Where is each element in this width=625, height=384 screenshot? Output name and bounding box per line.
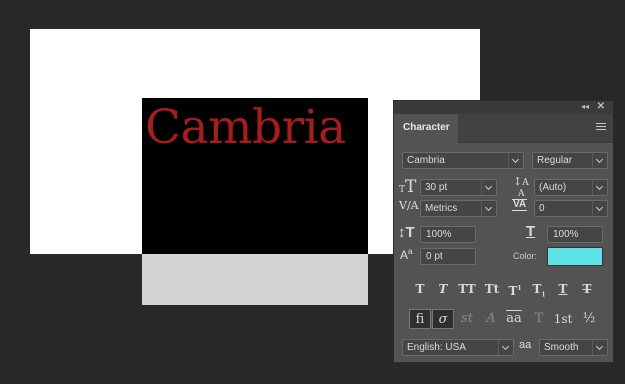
color-swatch[interactable]: [547, 247, 603, 266]
standard-ligatures-button[interactable]: fi: [409, 309, 431, 329]
all-caps-button[interactable]: TT: [456, 281, 478, 297]
chevron-down-icon: [481, 180, 496, 195]
sample-text[interactable]: Cambria: [145, 100, 346, 155]
font-style-value: Regular: [537, 155, 573, 166]
font-family-value: Cambria: [407, 155, 445, 166]
chevron-down-icon: [592, 180, 607, 195]
subscript-button[interactable]: T1: [529, 281, 549, 298]
horizontal-scale-field[interactable]: 100%: [547, 226, 603, 243]
panel-titlebar[interactable]: ◂◂ ✕: [394, 101, 613, 114]
leading-icon: ↕A A: [513, 175, 529, 199]
chevron-down-icon: [592, 201, 607, 216]
font-family-dropdown[interactable]: Cambria: [402, 152, 524, 169]
horizontal-scale-icon: T: [526, 223, 536, 240]
language-value: English: USA: [407, 342, 466, 353]
close-icon[interactable]: ✕: [597, 101, 605, 113]
swash-button[interactable]: A: [480, 309, 502, 329]
chevron-down-icon: [592, 153, 607, 168]
vertical-scale-icon: ↕T: [398, 224, 415, 241]
font-size-field[interactable]: 30 pt: [420, 179, 497, 196]
tracking-dropdown[interactable]: 0: [534, 200, 608, 217]
ordinals-button[interactable]: 1st: [552, 309, 574, 329]
vertical-scale-field[interactable]: 100%: [420, 226, 476, 243]
canvas-transparent-area: [142, 254, 368, 305]
tracking-value: 0: [539, 203, 545, 214]
text-layer[interactable]: Cambria: [142, 98, 368, 254]
antialias-icon: aa: [519, 339, 532, 351]
color-label: Color:: [513, 251, 538, 261]
kerning-value: Metrics: [425, 203, 458, 214]
leading-dropdown[interactable]: (Auto): [534, 179, 608, 196]
stylistic-alternates-button[interactable]: aa: [503, 309, 525, 329]
superscript-button[interactable]: T1: [505, 281, 525, 298]
antialias-value: Smooth: [544, 342, 579, 353]
double-chevron-left-icon[interactable]: ◂◂: [581, 102, 589, 112]
panel-tab-row: Character: [394, 114, 613, 143]
faux-italic-button[interactable]: T: [433, 281, 453, 297]
faux-bold-button[interactable]: T: [410, 281, 430, 297]
fractions-button[interactable]: ½: [578, 309, 600, 329]
kerning-icon: V/A: [399, 199, 419, 212]
hamburger-menu-icon[interactable]: [596, 123, 606, 132]
font-style-dropdown[interactable]: Regular: [532, 152, 608, 169]
kerning-dropdown[interactable]: Metrics: [420, 200, 497, 217]
antialias-dropdown[interactable]: Smooth: [539, 339, 608, 356]
chevron-down-icon: [481, 201, 496, 216]
character-panel: ◂◂ ✕ Character Cambria Regular TT 30 pt …: [393, 100, 614, 363]
language-dropdown[interactable]: English: USA: [402, 339, 514, 356]
font-size-icon: TT: [399, 177, 417, 197]
baseline-shift-icon: Aa: [400, 247, 413, 262]
discretionary-ligatures-button[interactable]: st: [456, 309, 478, 329]
baseline-shift-field[interactable]: 0 pt: [420, 248, 476, 265]
tracking-icon: VA: [512, 199, 528, 211]
small-caps-button[interactable]: Tt: [482, 281, 502, 297]
font-size-value: 30 pt: [425, 182, 448, 193]
chevron-down-icon: [592, 340, 607, 355]
underline-button[interactable]: T: [553, 281, 573, 297]
tab-character[interactable]: Character: [394, 114, 458, 143]
contextual-alternates-button[interactable]: σ: [432, 309, 454, 329]
chevron-down-icon: [508, 153, 523, 168]
chevron-down-icon: [498, 340, 513, 355]
strikethrough-button[interactable]: T: [577, 281, 597, 297]
leading-value: (Auto): [539, 182, 567, 193]
titling-alternates-button[interactable]: T: [528, 309, 550, 329]
